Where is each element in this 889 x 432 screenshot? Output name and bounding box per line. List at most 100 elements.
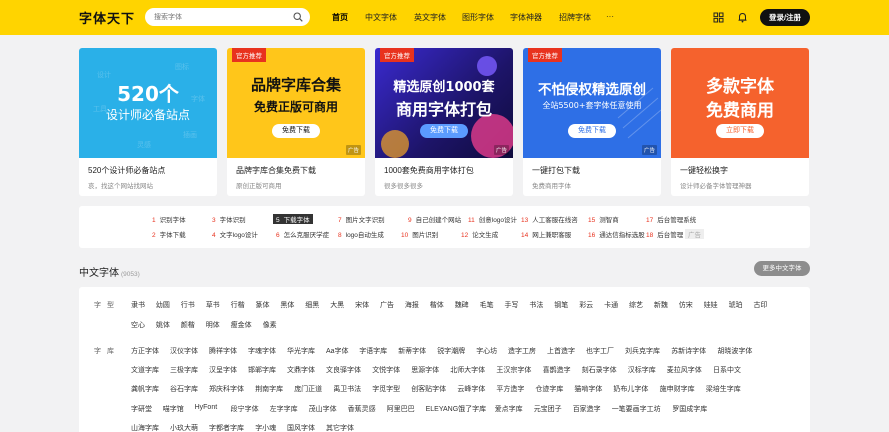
font-library-filter[interactable]: 仓迹字库 xyxy=(535,384,563,394)
promo-card-pack-download[interactable]: 官方推荐 不怕侵权精选原创 全站5500+套字体任意使用 免费下载 广告 一键打… xyxy=(523,48,661,196)
card-title[interactable]: 1000套免费商用字体打包 xyxy=(384,165,474,176)
font-type-filter[interactable]: 明体 xyxy=(206,320,220,330)
download-now-button[interactable]: 立即下载 xyxy=(716,124,764,138)
font-library-filter[interactable]: 刻石录字体 xyxy=(582,365,617,375)
hot-word-link[interactable]: 2 字体下载 xyxy=(152,229,186,239)
font-library-filter[interactable]: 王汉宗字体 xyxy=(496,365,531,375)
font-library-filter[interactable]: 喜鹊造字 xyxy=(543,365,571,375)
promo-card-520-sites[interactable]: 设计 图标 工具 插画 灵感 字体 520个 设计师必备站点 520个设计师必备站点 哀，… xyxy=(79,48,217,196)
hot-word-link[interactable]: 5 下载字体 xyxy=(273,214,313,224)
font-type-filter[interactable]: 海报 xyxy=(405,300,419,310)
font-library-filter[interactable]: 猫啃字体 xyxy=(574,384,602,394)
font-library-filter[interactable]: 日系中文 xyxy=(713,365,741,375)
font-library-filter[interactable]: 文良驿字体 xyxy=(326,365,361,375)
font-library-filter[interactable]: 罗国成字库 xyxy=(672,404,707,414)
font-type-filter[interactable]: 像素 xyxy=(263,320,277,330)
card-title[interactable]: 一键轻松换字 xyxy=(680,165,728,176)
card-title[interactable]: 一键打包下载 xyxy=(532,165,580,176)
hot-word-link[interactable]: 6 怎么克服厌学症 xyxy=(276,229,329,239)
font-type-filter[interactable]: 宋体 xyxy=(355,300,369,310)
font-library-filter[interactable]: 文道字库 xyxy=(131,365,159,375)
font-library-filter[interactable]: 新蒂字体 xyxy=(398,346,426,356)
font-library-filter[interactable]: 茂山字体 xyxy=(309,404,337,414)
nav-chinese-fonts[interactable]: 中文字体 xyxy=(365,12,397,23)
font-library-filter[interactable]: 禹卫书法 xyxy=(333,384,361,394)
nav-home[interactable]: 首页 xyxy=(332,12,348,23)
font-library-filter[interactable]: 平方造字 xyxy=(496,384,524,394)
font-library-filter[interactable]: 香蕉灵感 xyxy=(348,404,376,414)
font-type-filter[interactable]: 瘦金体 xyxy=(231,320,252,330)
hot-word-link[interactable]: 3 字体识别 xyxy=(212,214,246,224)
font-library-filter[interactable]: 华光字库 xyxy=(287,346,315,356)
font-type-filter[interactable]: 草书 xyxy=(206,300,220,310)
font-type-filter[interactable]: 空心 xyxy=(131,320,145,330)
bell-icon[interactable] xyxy=(737,12,748,23)
font-type-filter[interactable]: 彩云 xyxy=(579,300,593,310)
apps-grid-icon[interactable] xyxy=(713,12,724,23)
free-download-button[interactable]: 免费下载 xyxy=(420,124,468,138)
hot-word-link[interactable]: 11 创意logo设计 xyxy=(468,214,517,224)
promo-card-brand-fonts[interactable]: 官方推荐 品牌字库合集 免费正版可商用 免费下载 广告 品牌字库合集免费下载 原… xyxy=(227,48,365,196)
font-type-filter[interactable]: 广告 xyxy=(380,300,394,310)
font-library-filter[interactable]: 爱点字库 xyxy=(495,404,523,414)
font-library-filter[interactable]: 麦拉风字体 xyxy=(667,365,702,375)
font-library-filter[interactable]: 庞门正道 xyxy=(294,384,322,394)
font-library-filter[interactable]: 汉标字库 xyxy=(628,365,656,375)
font-type-filter[interactable]: 行书 xyxy=(181,300,195,310)
font-library-filter[interactable]: 也字工厂 xyxy=(586,346,614,356)
hot-word-link[interactable]: 15 测智商 xyxy=(588,214,619,224)
hot-word-link[interactable]: 10 图片识别 xyxy=(401,229,438,239)
font-library-filter[interactable]: ELEYANG饿了字库 xyxy=(426,404,487,414)
promo-card-1000-fonts[interactable]: 官方推荐 精选原创1000套 商用字体打包 免费下载 广告 1000套免费商用字… xyxy=(375,48,513,196)
font-library-filter[interactable]: 小玖大萌 xyxy=(170,423,198,432)
font-library-filter[interactable]: 国风字体 xyxy=(287,423,315,432)
font-library-filter[interactable]: 山海字库 xyxy=(131,423,159,432)
font-library-filter[interactable]: 字语字库 xyxy=(359,346,387,356)
font-type-filter[interactable]: 细黑 xyxy=(305,300,319,310)
font-type-filter[interactable]: 行楷 xyxy=(231,300,245,310)
font-type-filter[interactable]: 新魏 xyxy=(654,300,668,310)
hot-word-link[interactable]: 7 图片文字识别 xyxy=(338,214,385,224)
font-type-filter[interactable]: 卡通 xyxy=(604,300,618,310)
font-library-filter[interactable]: HyFont xyxy=(195,404,218,411)
font-library-filter[interactable]: 段宁字体 xyxy=(231,404,259,414)
nav-signboard-fonts[interactable]: 招牌字体 xyxy=(559,12,591,23)
font-library-filter[interactable]: Aa字体 xyxy=(326,346,349,356)
hot-word-link[interactable]: 13 人工客服在线咨 xyxy=(521,214,578,224)
search-box[interactable] xyxy=(145,8,310,26)
font-library-filter[interactable]: 文悦字体 xyxy=(372,365,400,375)
font-library-filter[interactable]: 元宝团子 xyxy=(534,404,562,414)
hot-word-link[interactable]: 18 后台管理 xyxy=(646,229,683,239)
font-library-filter[interactable]: 荆南字库 xyxy=(255,384,283,394)
hot-word-link[interactable]: 16 通达信指标选股 xyxy=(588,229,645,239)
hot-word-link[interactable]: 4 文字logo设计 xyxy=(212,229,258,239)
font-library-filter[interactable]: 邯郸字库 xyxy=(248,365,276,375)
font-library-filter[interactable]: 字觅字型 xyxy=(372,384,400,394)
font-library-filter[interactable]: 谷石字库 xyxy=(170,384,198,394)
site-logo[interactable]: 字体天下 xyxy=(79,8,135,27)
font-type-filter[interactable]: 综艺 xyxy=(629,300,643,310)
font-type-filter[interactable]: 钢笔 xyxy=(554,300,568,310)
free-download-button[interactable]: 免费下载 xyxy=(568,124,616,138)
font-library-filter[interactable]: 北师大字体 xyxy=(450,365,485,375)
font-type-filter[interactable]: 颜楷 xyxy=(181,320,195,330)
nav-graphic-fonts[interactable]: 图形字体 xyxy=(462,12,494,23)
font-type-filter[interactable]: 古印 xyxy=(754,300,768,310)
font-library-filter[interactable]: 锐字潮牌 xyxy=(437,346,465,356)
font-type-filter[interactable]: 毛笔 xyxy=(480,300,494,310)
font-library-filter[interactable]: 字都者字库 xyxy=(209,423,244,432)
nav-english-fonts[interactable]: 英文字体 xyxy=(414,12,446,23)
font-type-filter[interactable]: 娃娃 xyxy=(704,300,718,310)
font-library-filter[interactable]: 腾祥字体 xyxy=(209,346,237,356)
font-library-filter[interactable]: 创客贴字体 xyxy=(411,384,446,394)
font-type-filter[interactable]: 姚体 xyxy=(156,320,170,330)
font-library-filter[interactable]: 上首造字 xyxy=(547,346,575,356)
font-library-filter[interactable]: 左字字库 xyxy=(270,404,298,414)
font-library-filter[interactable]: 思源字体 xyxy=(411,365,439,375)
font-type-filter[interactable]: 楷体 xyxy=(430,300,444,310)
font-library-filter[interactable]: 字小魂 xyxy=(255,423,276,432)
font-library-filter[interactable]: 喵字馆 xyxy=(163,404,184,414)
hot-word-link[interactable]: 1 识别字体 xyxy=(152,214,186,224)
font-library-filter[interactable]: 字魂字体 xyxy=(248,346,276,356)
font-library-filter[interactable]: 一笔要画字工坊 xyxy=(612,404,661,414)
